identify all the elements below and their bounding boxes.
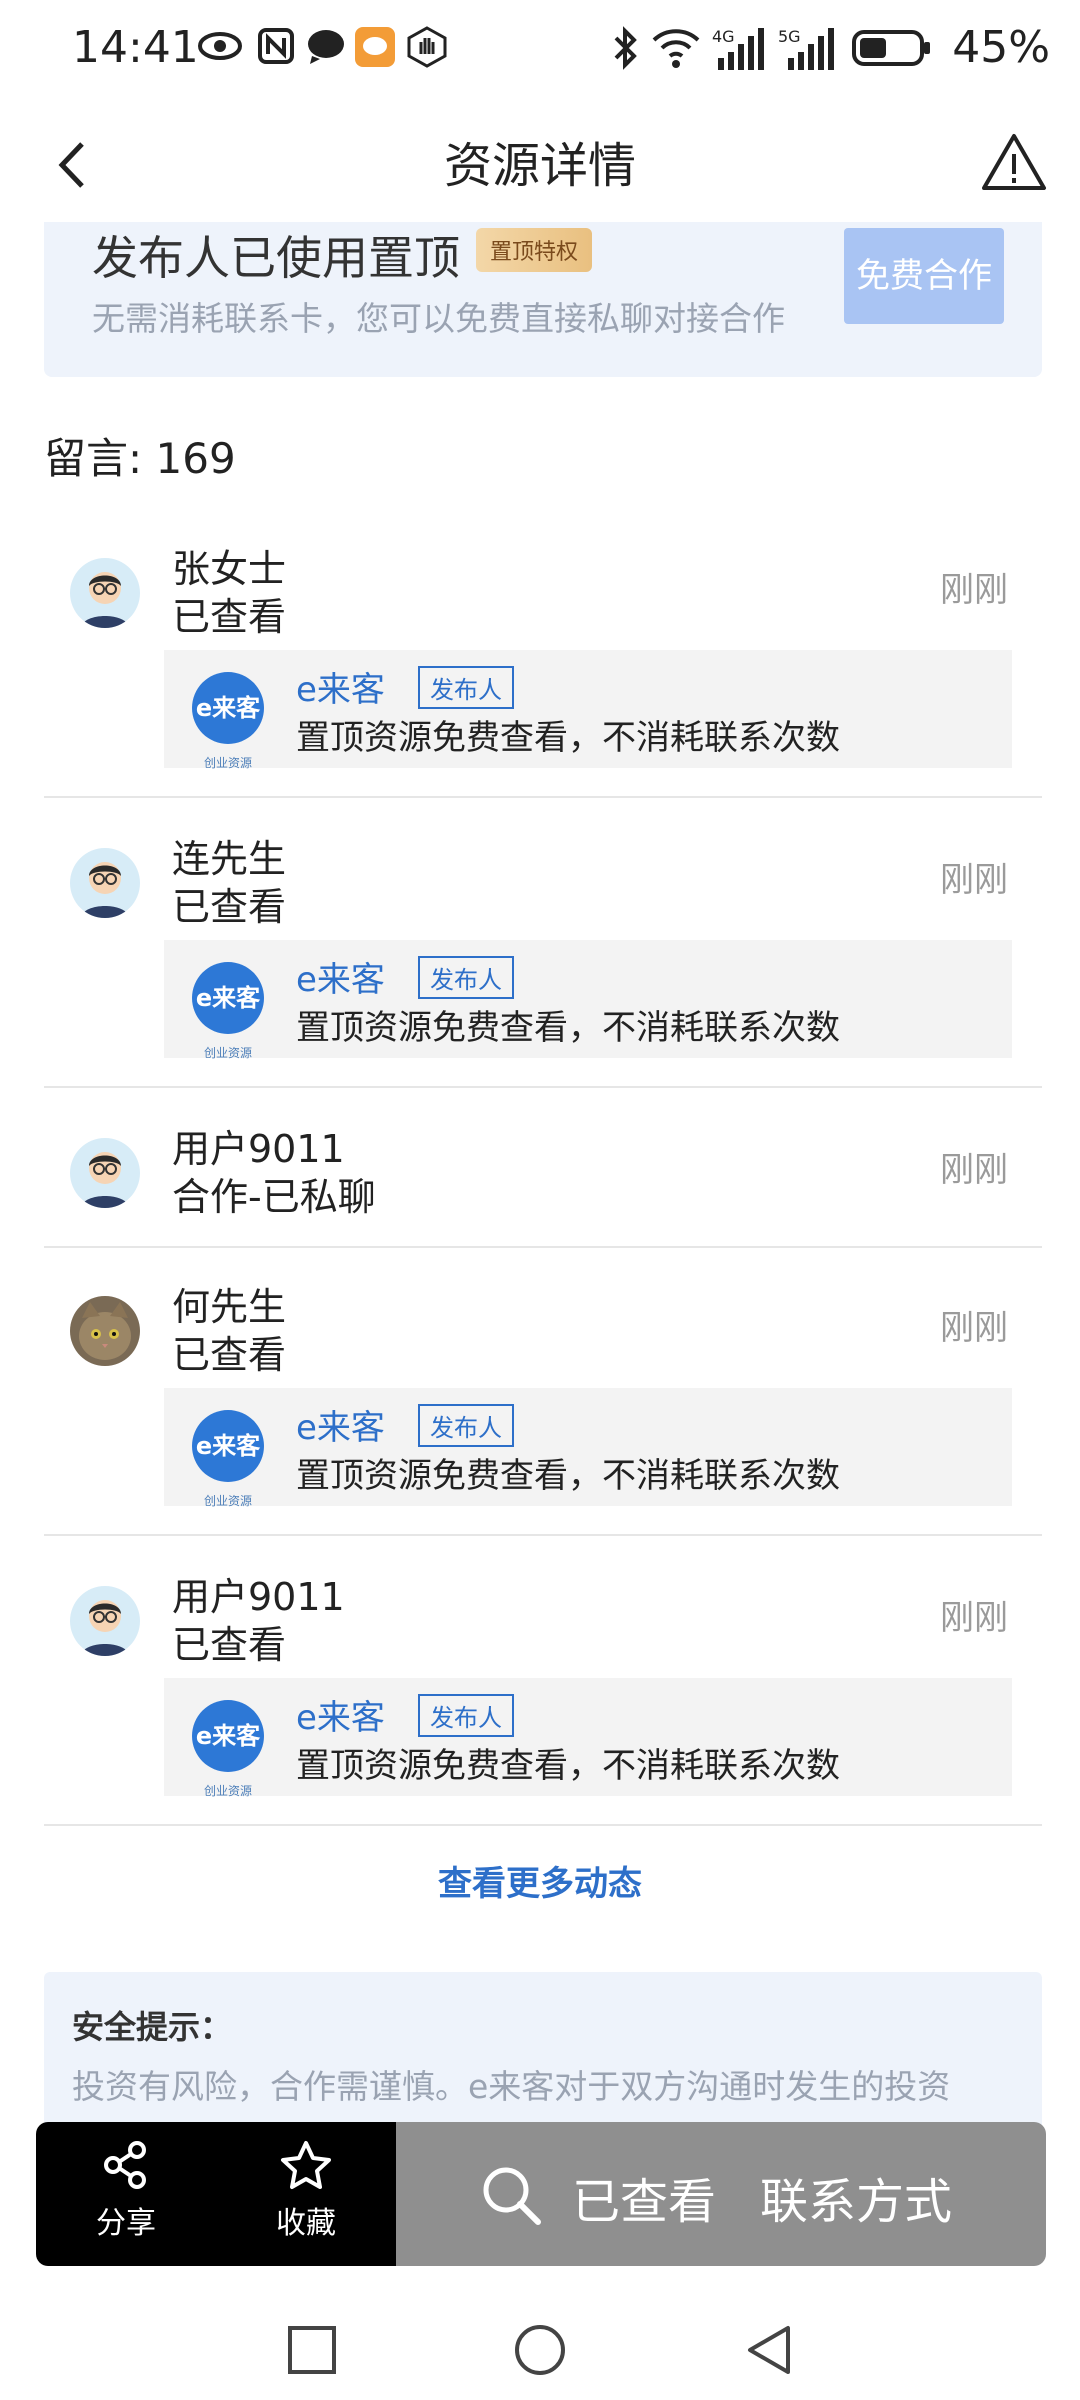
comments-count: 留言: 169 xyxy=(44,434,236,483)
svg-text:4G: 4G xyxy=(712,27,735,46)
comment-time: 刚刚 xyxy=(940,1150,1008,1190)
safety-title: 安全提示： xyxy=(72,2008,233,2046)
search-icon xyxy=(483,2167,541,2225)
bluetooth-icon xyxy=(614,26,637,70)
reply-text: 置顶资源免费查看，不消耗联系次数 xyxy=(296,1456,840,1496)
favorite-label: 收藏 xyxy=(276,2206,336,2241)
comment-time: 刚刚 xyxy=(940,860,1008,900)
reply-text: 置顶资源免费查看，不消耗联系次数 xyxy=(296,718,840,758)
commenter-name: 何先生 xyxy=(172,1285,287,1329)
wifi-icon xyxy=(652,29,700,68)
reply-author: e来客 xyxy=(296,960,385,1000)
elaike-logo-icon: e来客 创业资源 xyxy=(192,962,264,1060)
avatar xyxy=(70,1138,140,1208)
share-label: 分享 xyxy=(96,2206,156,2241)
publisher-tag: 发布人 xyxy=(418,956,514,999)
commenter-name: 连先生 xyxy=(172,837,287,881)
reply-text: 置顶资源免费查看，不消耗联系次数 xyxy=(296,1008,840,1048)
battery-icon xyxy=(852,30,930,66)
eye-icon xyxy=(198,32,242,60)
battery-percent: 45% xyxy=(952,22,1050,73)
viewed-label: 已查看 xyxy=(572,2174,717,2230)
divider xyxy=(44,1824,1042,1826)
commenter-name: 用户9011 xyxy=(172,1127,345,1171)
avatar xyxy=(70,1296,140,1366)
view-more-link[interactable]: 查看更多动态 xyxy=(0,1856,1080,1905)
action-left-group: 分享 收藏 xyxy=(36,2122,396,2266)
publisher-tag: 发布人 xyxy=(418,1404,514,1447)
page-title: 资源详情 xyxy=(443,138,636,194)
reply-author: e来客 xyxy=(296,1408,385,1448)
comment-status: 已查看 xyxy=(172,1623,287,1667)
publisher-reply: e来客 创业资源 e来客 发布人 置顶资源免费查看，不消耗联系次数 xyxy=(164,650,1012,770)
square-icon[interactable] xyxy=(282,2320,342,2380)
publisher-reply: e来客 创业资源 e来客 发布人 置顶资源免费查看，不消耗联系次数 xyxy=(164,940,1012,1060)
comment-item[interactable]: 连先生 已查看 刚刚 e来客 创业资源 e来客 发布人 置顶资源免费查看，不消耗联… xyxy=(44,810,1042,1088)
reply-text: 置顶资源免费查看，不消耗联系次数 xyxy=(296,1746,840,1786)
divider xyxy=(44,1246,1042,1248)
status-time: 14:41 xyxy=(72,22,199,73)
svg-text:5G: 5G xyxy=(778,27,801,46)
elaike-logo-icon: e来客 创业资源 xyxy=(192,672,264,770)
reply-author: e来客 xyxy=(296,670,385,710)
circle-icon[interactable] xyxy=(510,2320,570,2380)
hand-icon xyxy=(407,26,447,68)
comment-item[interactable]: 张女士 已查看 刚刚 e来客 创业资源 e来客 发布人 置顶资源免费查看，不消耗联… xyxy=(44,520,1042,798)
top-promotion-banner: 发布人已使用置顶 置顶特权 无需消耗联系卡，您可以免费直接私聊对接合作 免费合作 xyxy=(44,222,1042,377)
comment-status: 已查看 xyxy=(172,1333,287,1377)
elaike-logo-icon: e来客 创业资源 xyxy=(192,1700,264,1798)
share-button[interactable]: 分享 xyxy=(56,2140,196,2250)
publisher-reply: e来客 创业资源 e来客 发布人 置顶资源免费查看，不消耗联系次数 xyxy=(164,1388,1012,1508)
comment-status: 合作-已私聊 xyxy=(172,1175,376,1219)
comment-item[interactable]: 何先生 已查看 刚刚 e来客 创业资源 e来客 发布人 置顶资源免费查看，不消耗联… xyxy=(44,1258,1042,1536)
banner-badge: 置顶特权 xyxy=(476,228,593,272)
divider xyxy=(44,796,1042,798)
divider xyxy=(44,1534,1042,1536)
avatar xyxy=(70,848,140,918)
free-cooperation-button[interactable]: 免费合作 xyxy=(844,228,1004,324)
comment-status: 已查看 xyxy=(172,885,287,929)
avatar xyxy=(70,1586,140,1656)
publisher-reply: e来客 创业资源 e来客 发布人 置顶资源免费查看，不消耗联系次数 xyxy=(164,1678,1012,1798)
publisher-tag: 发布人 xyxy=(418,1694,514,1737)
contact-button[interactable]: 已查看 联系方式 xyxy=(396,2122,1046,2266)
signal-4g-icon: 4G xyxy=(712,27,764,70)
bottom-action-bar: 分享 收藏 已查看 联系方式 xyxy=(36,2122,1046,2266)
warning-icon[interactable] xyxy=(978,126,1050,198)
comment-status: 已查看 xyxy=(172,595,287,639)
comment-time: 刚刚 xyxy=(940,570,1008,610)
app-notification-icon xyxy=(355,27,395,67)
nfc-icon xyxy=(258,28,294,64)
triangle-back-icon[interactable] xyxy=(740,2320,800,2380)
system-nav-bar xyxy=(0,2290,1080,2400)
app-header: 资源详情 xyxy=(0,110,1080,220)
safety-text: 投资有风险，合作需谨慎。e来客对于双方沟通时发生的投资 xyxy=(72,2067,951,2106)
share-icon xyxy=(104,2141,146,2189)
status-bar: 14:41 4G 5G 45% xyxy=(0,0,1080,100)
publisher-tag: 发布人 xyxy=(418,666,514,709)
chat-bubble-icon xyxy=(308,30,344,64)
commenter-name: 张女士 xyxy=(172,547,287,591)
commenter-name: 用户9011 xyxy=(172,1575,345,1619)
elaike-logo-icon: e来客 创业资源 xyxy=(192,1410,264,1508)
comment-item[interactable]: 用户9011 合作-已私聊 刚刚 xyxy=(44,1100,1042,1248)
divider xyxy=(44,1086,1042,1088)
banner-subtitle: 无需消耗联系卡，您可以免费直接私聊对接合作 xyxy=(92,299,785,338)
star-icon xyxy=(281,2141,331,2189)
banner-title: 发布人已使用置顶 xyxy=(92,231,460,285)
comment-item[interactable]: 用户9011 已查看 刚刚 e来客 创业资源 e来客 发布人 置顶资源免费查看，不… xyxy=(44,1548,1042,1826)
signal-5g-icon: 5G xyxy=(778,27,834,70)
comment-time: 刚刚 xyxy=(940,1598,1008,1638)
safety-notice: 安全提示： 投资有风险，合作需谨慎。e来客对于双方沟通时发生的投资 xyxy=(44,1972,1042,2132)
favorite-button[interactable]: 收藏 xyxy=(236,2140,376,2250)
avatar xyxy=(70,558,140,628)
reply-author: e来客 xyxy=(296,1698,385,1738)
comment-time: 刚刚 xyxy=(940,1308,1008,1348)
contact-label: 联系方式 xyxy=(760,2174,953,2230)
